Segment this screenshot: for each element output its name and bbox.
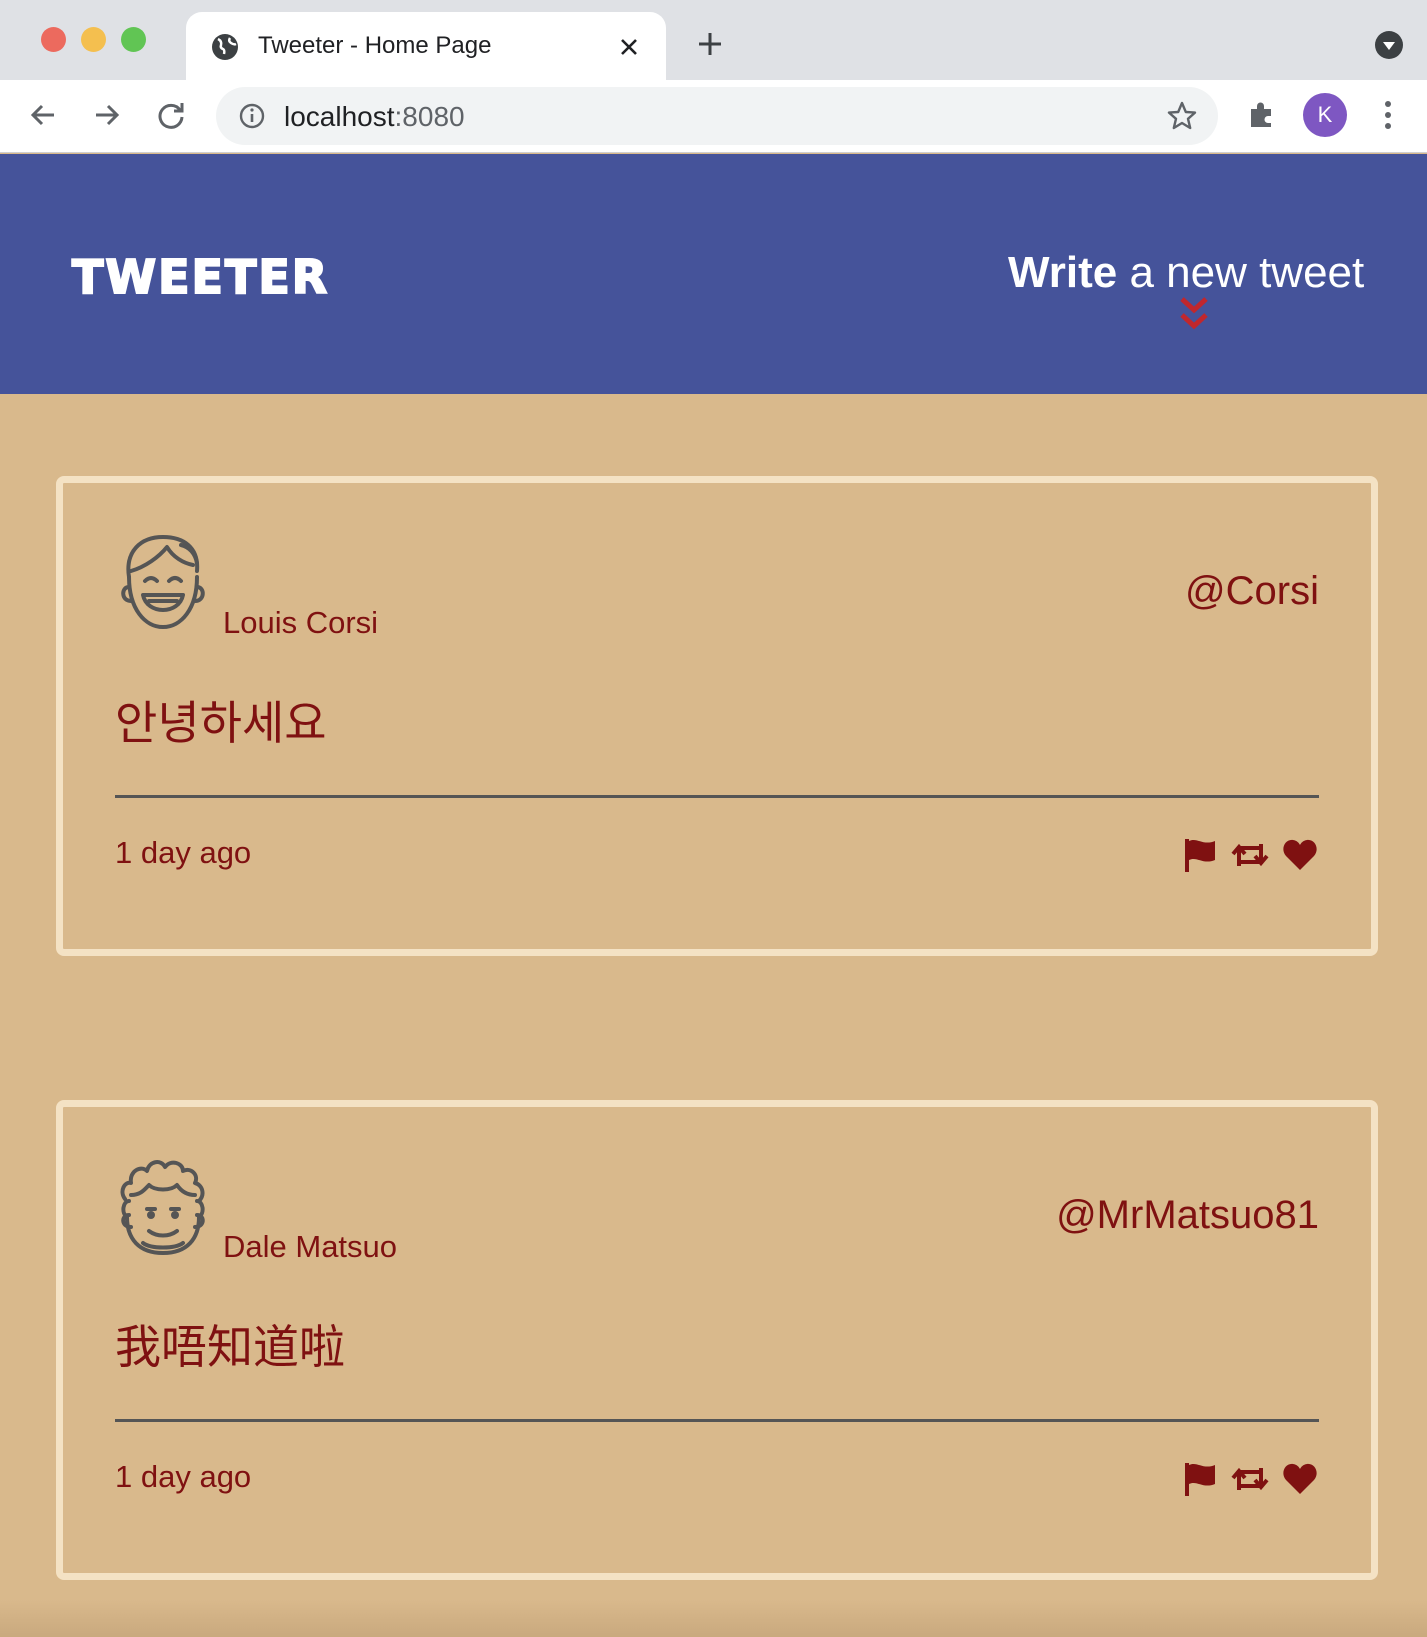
browser-toolbar: localhost:8080 [0,80,1427,153]
write-label-rest: a new tweet [1117,248,1365,297]
tweet-content: 안녕하세요 [115,696,327,750]
bookmark-star-icon[interactable] [1166,100,1198,132]
heart-icon[interactable] [1281,836,1319,874]
browser-titlebar: Tweeter - Home Page [0,0,1427,80]
close-window-button[interactable] [41,27,66,52]
back-icon[interactable] [26,98,60,132]
url-text: localhost:8080 [284,101,465,133]
profile-avatar-button[interactable]: K [1303,93,1347,137]
tweet-author-name: Dale Matsuo [223,1229,398,1264]
browser-tab[interactable]: Tweeter - Home Page [186,12,666,80]
tweet-author-handle: @MrMatsuo81 [1056,1193,1319,1237]
tweet-card: Louis Corsi @Corsi 안녕하세요 1 day ago [56,476,1378,956]
brand-logo[interactable]: TWEETER [71,249,329,305]
curly-hair-face-avatar-icon [120,1160,205,1255]
heart-icon[interactable] [1281,1460,1319,1498]
forward-icon[interactable] [90,98,124,132]
tab-title: Tweeter - Home Page [258,32,492,59]
globe-icon [212,34,238,60]
browser-menu-icon[interactable] [1378,98,1398,132]
tweet-author-handle: @Corsi [1185,569,1319,613]
tweet-author-name: Louis Corsi [223,605,379,640]
tweet-timestamp: 1 day ago [115,835,252,870]
tweet-actions [1181,833,1319,877]
write-label-bold: Write [1008,248,1118,297]
retweet-icon[interactable] [1231,836,1269,874]
url-host: localhost [284,101,395,132]
retweet-icon[interactable] [1231,1460,1269,1498]
tweet-timestamp: 1 day ago [115,1459,252,1494]
page-bottom-shadow [0,1600,1427,1637]
double-chevron-down-icon[interactable] [1178,295,1210,335]
new-tab-icon[interactable] [696,30,724,58]
tweet-content: 我唔知道啦 [115,1320,345,1374]
laughing-face-avatar-icon [121,535,205,629]
maximize-window-button[interactable] [121,27,146,52]
reload-icon[interactable] [154,98,188,132]
close-tab-icon[interactable] [616,34,642,60]
site-header: TWEETER Write a new tweet [0,154,1427,394]
minimize-window-button[interactable] [81,27,106,52]
extensions-puzzle-icon[interactable] [1245,97,1279,131]
flag-icon[interactable] [1181,1460,1219,1498]
write-new-tweet-link[interactable]: Write a new tweet [1008,248,1364,298]
tweet-divider [115,795,1319,798]
site-info-icon[interactable] [238,102,266,130]
url-port: :8080 [394,101,465,132]
tweet-divider [115,1419,1319,1422]
flag-icon[interactable] [1181,836,1219,874]
address-bar[interactable]: localhost:8080 [216,87,1218,145]
tweet-actions [1181,1457,1319,1501]
tweet-card: Dale Matsuo @MrMatsuo81 我唔知道啦 1 day ago [56,1100,1378,1580]
tab-search-icon[interactable] [1374,30,1404,60]
